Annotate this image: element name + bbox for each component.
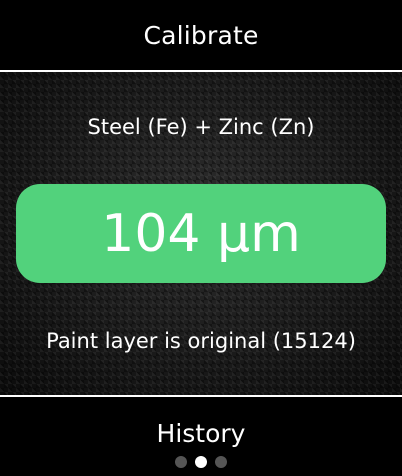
page-indicator (0, 456, 402, 468)
calibrate-button[interactable]: Calibrate (0, 0, 402, 70)
material-label: Steel (Fe) + Zinc (Zn) (87, 115, 315, 139)
thickness-value: 104 µm (101, 203, 301, 264)
paint-status-text: Paint layer is original (15124) (46, 329, 356, 353)
page-dot-3 (215, 456, 227, 468)
measurement-screen: Calibrate Steel (Fe) + Zinc (Zn) 104 µm … (0, 0, 402, 476)
history-button[interactable]: History (0, 397, 402, 476)
measurement-panel: Steel (Fe) + Zinc (Zn) 104 µm Paint laye… (0, 72, 402, 395)
thickness-reading-badge: 104 µm (16, 184, 386, 283)
page-dot-2 (195, 456, 207, 468)
history-label: History (156, 419, 246, 448)
page-dot-1 (175, 456, 187, 468)
calibrate-label: Calibrate (143, 20, 259, 50)
